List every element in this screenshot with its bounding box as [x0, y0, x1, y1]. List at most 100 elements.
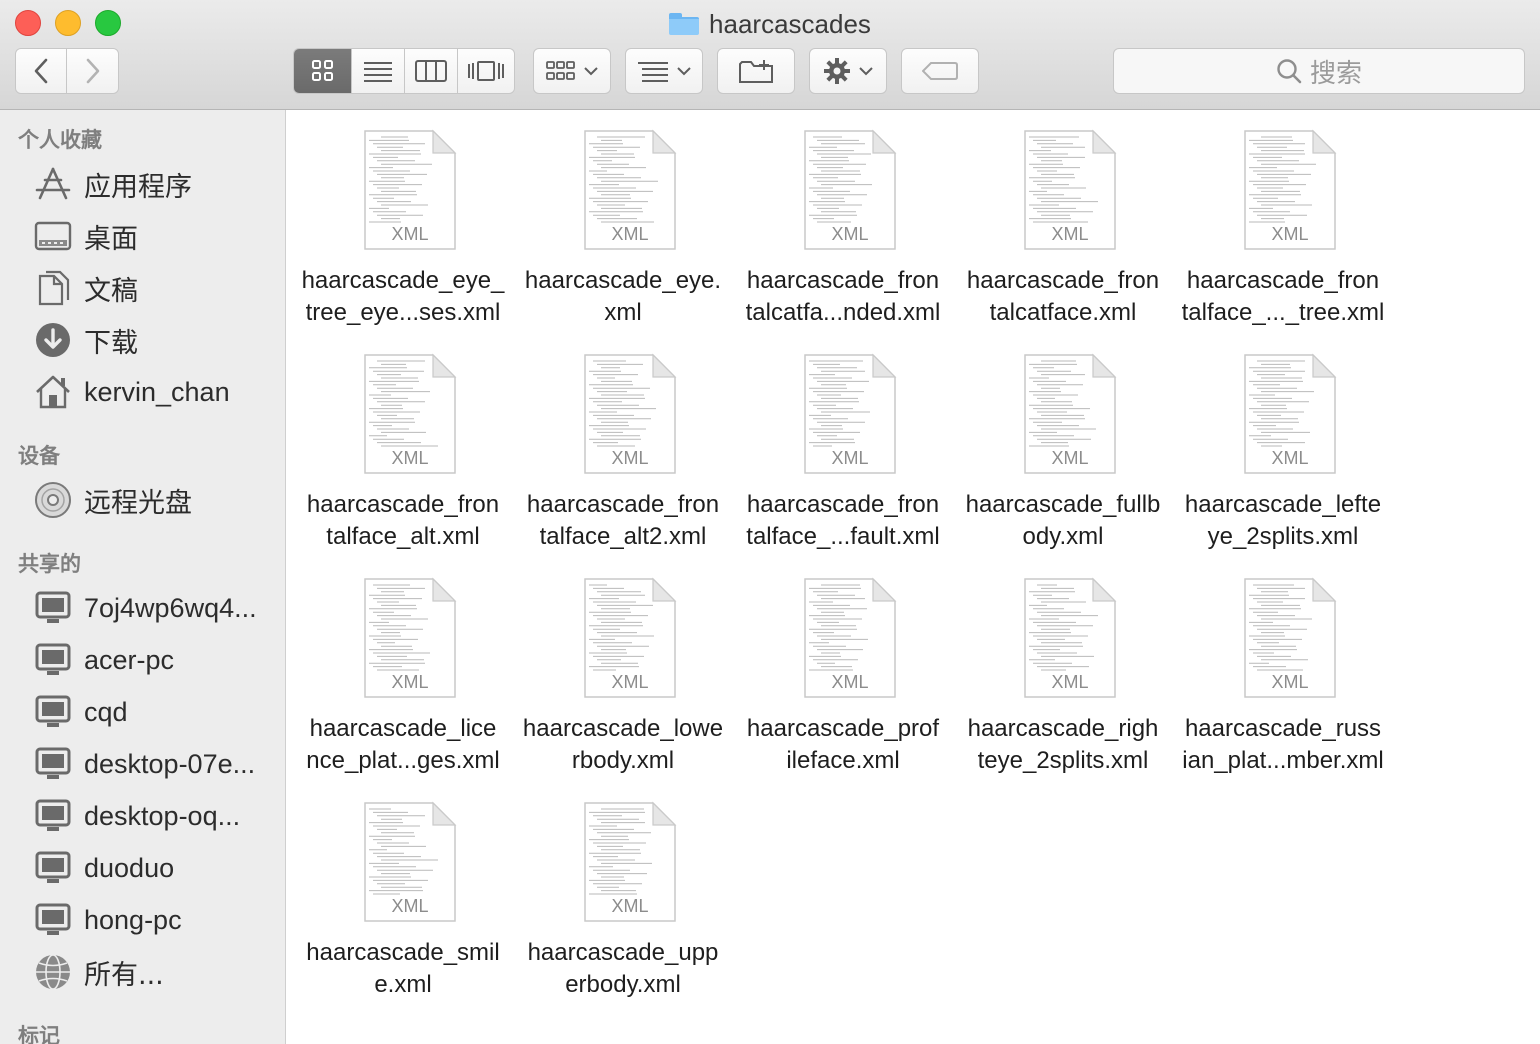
file-item[interactable]: XML haarcascade_fron talface_alt.xml — [293, 335, 513, 550]
xml-document-icon: XML — [1244, 129, 1337, 250]
file-item[interactable]: XML haarcascade_fullb ody.xml — [953, 335, 1173, 550]
sidebar-item-label: desktop-oq... — [84, 800, 241, 831]
file-item[interactable]: XML haarcascade_eye. xml — [513, 111, 733, 326]
sidebar-item-shared-computer[interactable]: cqd — [34, 690, 128, 734]
sidebar-item-label: duoduo — [84, 852, 175, 883]
arrange-grid-icon — [546, 61, 575, 80]
file-name: haarcascade_fron talface_..._tree.xml — [1173, 265, 1393, 329]
file-name-line: haarcascade_upp — [527, 939, 719, 966]
sidebar-item-shared-computer[interactable]: acer-pc — [34, 638, 174, 682]
chevron-down-icon — [859, 67, 873, 76]
column-view-button[interactable] — [405, 49, 458, 93]
file-item[interactable]: XML haarcascade_upp erbody.xml — [513, 783, 733, 998]
xml-document-icon: XML — [364, 801, 457, 922]
sidebar-item-applications[interactable]: 应用程序 — [34, 162, 192, 206]
back-button[interactable] — [16, 49, 68, 93]
sidebar-item-label: 所有... — [84, 959, 164, 991]
sidebar-section-shared: 共享的 — [18, 552, 81, 576]
file-name-line: talface_..._tree.xml — [1181, 299, 1385, 326]
applications-icon — [34, 165, 72, 203]
file-name: haarcascade_righ teye_2splits.xml — [953, 713, 1173, 777]
sidebar-item-label: kervin_chan — [84, 376, 230, 407]
sidebar-item-documents[interactable]: 文稿 — [34, 266, 138, 310]
sidebar-item-desktop[interactable]: 桌面 — [34, 214, 138, 258]
list-view-button[interactable] — [352, 49, 405, 93]
sidebar-item-label: acer-pc — [84, 644, 175, 675]
grid-icon — [311, 60, 333, 81]
sidebar-item-remote-disc[interactable]: 远程光盘 — [34, 478, 192, 522]
action-button[interactable] — [809, 48, 887, 94]
file-item[interactable]: XML haarcascade_fron talcatface.xml — [953, 111, 1173, 326]
chevron-right-icon — [86, 58, 99, 84]
sidebar-item-shared-computer[interactable]: duoduo — [34, 846, 174, 890]
list-options-icon — [638, 62, 668, 82]
file-name-line: talface_alt.xml — [326, 523, 480, 550]
file-item[interactable]: XML haarcascade_prof ileface.xml — [733, 559, 953, 774]
sidebar-item-home[interactable]: kervin_chan — [34, 370, 230, 414]
new-folder-button[interactable] — [717, 48, 795, 94]
file-name: haarcascade_lefte ye_2splits.xml — [1173, 489, 1393, 553]
file-type-badge: XML — [611, 448, 648, 468]
sidebar-item-label: hong-pc — [84, 904, 182, 935]
sidebar-item-downloads[interactable]: 下载 — [34, 318, 138, 362]
sidebar-item-shared-all[interactable]: 所有... — [34, 950, 164, 994]
finder-window: haarcascades 搜索 个人收藏 应用程序 桌面 文稿 下载 kervi… — [0, 0, 1540, 1044]
icon-view-button[interactable] — [294, 49, 353, 93]
file-item[interactable]: XML haarcascade_smil e.xml — [293, 783, 513, 998]
file-name-line: haarcascade_lice — [309, 715, 497, 742]
file-item[interactable]: XML haarcascade_eye_ tree_eye...ses.xml — [293, 111, 513, 326]
columns-icon — [414, 60, 447, 82]
file-type-badge: XML — [611, 224, 648, 244]
desktop-icon — [34, 217, 72, 255]
xml-document-icon: XML — [1244, 353, 1337, 474]
file-item[interactable]: XML haarcascade_russ ian_plat...mber.xml — [1173, 559, 1393, 774]
file-item[interactable]: XML haarcascade_lefte ye_2splits.xml — [1173, 335, 1393, 550]
xml-document-icon: XML — [804, 129, 897, 250]
xml-document-icon: XML — [1244, 577, 1337, 698]
file-name-line: talcatface.xml — [989, 299, 1137, 326]
file-name-line: ian_plat...mber.xml — [1182, 747, 1384, 774]
file-type-badge: XML — [1271, 672, 1308, 692]
file-name: haarcascade_upp erbody.xml — [513, 937, 733, 1001]
cover-flow-view-button[interactable] — [457, 49, 514, 93]
xml-document-icon: XML — [364, 577, 457, 698]
sidebar-item-label: desktop-07e... — [84, 748, 256, 779]
xml-document-icon: XML — [804, 353, 897, 474]
downloads-icon — [34, 321, 72, 359]
xml-document-icon: XML — [1024, 129, 1117, 250]
sidebar-item-shared-computer[interactable]: desktop-07e... — [34, 742, 255, 786]
file-name: haarcascade_lice nce_plat...ges.xml — [293, 713, 513, 777]
file-item[interactable]: XML haarcascade_lice nce_plat...ges.xml — [293, 559, 513, 774]
file-name: haarcascade_fullb ody.xml — [953, 489, 1173, 553]
file-name-line: haarcascade_eye. — [524, 267, 722, 294]
file-item[interactable]: XML haarcascade_fron talcatfa...nded.xml — [733, 111, 953, 326]
file-item[interactable]: XML haarcascade_lowe rbody.xml — [513, 559, 733, 774]
group-by-button[interactable] — [625, 48, 703, 94]
sidebar-item-label: 应用程序 — [84, 171, 192, 203]
file-name: haarcascade_eye. xml — [513, 265, 733, 329]
edit-tags-button[interactable] — [901, 48, 979, 94]
file-type-badge: XML — [611, 672, 648, 692]
search-field[interactable]: 搜索 — [1113, 48, 1525, 94]
file-name: haarcascade_prof ileface.xml — [733, 713, 953, 777]
file-name-line: haarcascade_fron — [966, 267, 1160, 294]
computer-icon — [34, 641, 72, 679]
computer-icon — [34, 589, 72, 627]
file-item[interactable]: XML haarcascade_fron talface_alt2.xml — [513, 335, 733, 550]
file-item[interactable]: XML haarcascade_righ teye_2splits.xml — [953, 559, 1173, 774]
search-icon — [1277, 59, 1302, 84]
file-name-line: talcatfa...nded.xml — [745, 299, 941, 326]
file-type-badge: XML — [391, 448, 428, 468]
sidebar-item-shared-computer[interactable]: desktop-oq... — [34, 794, 240, 838]
window-title: haarcascades — [0, 6, 1540, 42]
sidebar-item-shared-computer[interactable]: 7oj4wp6wq4... — [34, 586, 257, 630]
file-item[interactable]: XML haarcascade_fron talface_..._tree.xml — [1173, 111, 1393, 326]
arrange-button[interactable] — [533, 48, 611, 94]
file-name: haarcascade_fron talcatfa...nded.xml — [733, 265, 953, 329]
file-item[interactable]: XML haarcascade_fron talface_...fault.xml — [733, 335, 953, 550]
forward-button[interactable] — [67, 49, 118, 93]
sidebar-item-shared-computer[interactable]: hong-pc — [34, 898, 182, 942]
folder-icon — [669, 13, 700, 35]
sidebar-item-label: 远程光盘 — [84, 487, 192, 519]
file-type-badge: XML — [831, 224, 868, 244]
